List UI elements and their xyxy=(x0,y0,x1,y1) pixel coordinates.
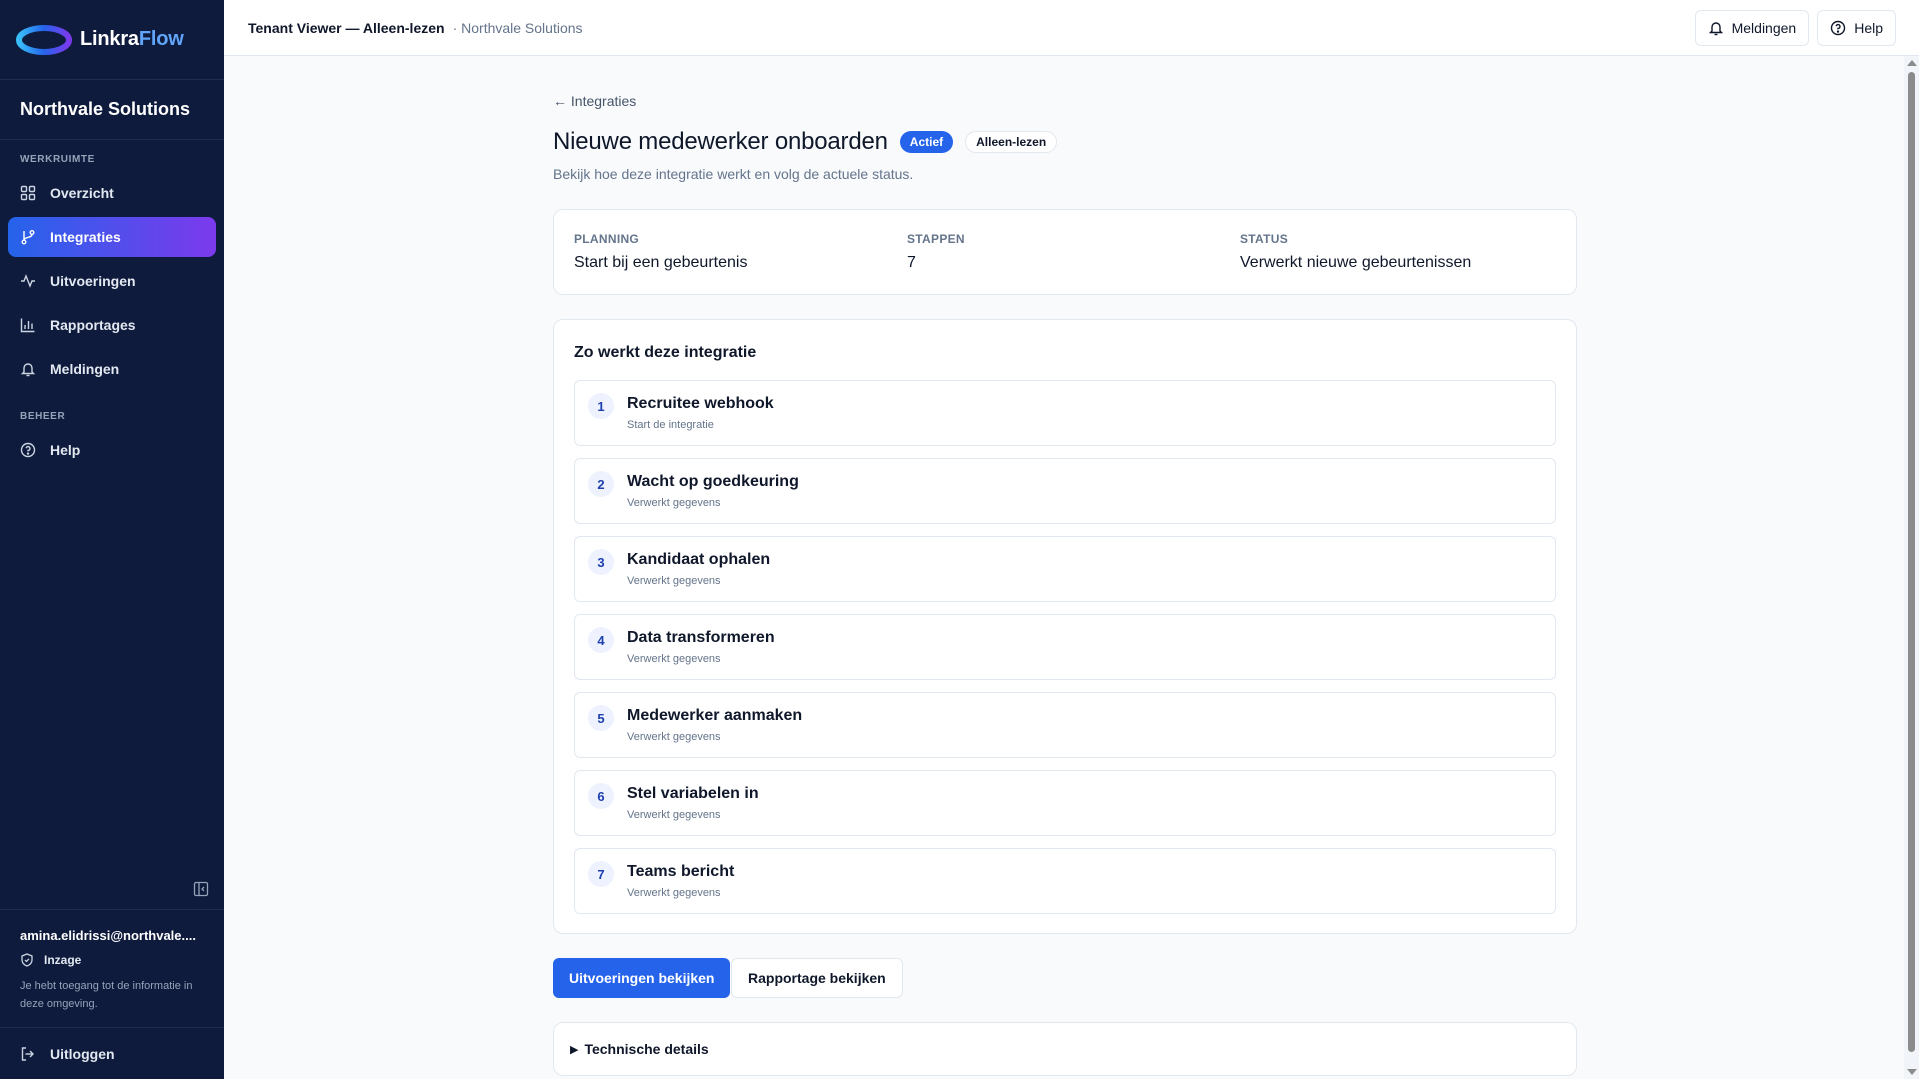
scroll-down-icon[interactable] xyxy=(1907,1069,1917,1075)
step-number: 2 xyxy=(588,471,614,497)
help-circle-icon xyxy=(20,442,36,458)
activity-icon xyxy=(21,274,35,288)
step-description: Verwerkt gegevens xyxy=(627,497,721,509)
sidebar-item-rapportages[interactable]: Rapportages xyxy=(8,305,216,345)
notifications-button[interactable]: Meldingen xyxy=(1694,10,1810,46)
brand-name: LinkraFlow xyxy=(80,28,184,50)
help-circle-icon xyxy=(1831,20,1846,36)
technical-details-toggle[interactable]: ▶ Technische details xyxy=(553,1022,1577,1076)
page-scrollbar[interactable] xyxy=(1904,56,1919,1079)
sidebar-item-meldingen[interactable]: Meldingen xyxy=(8,349,216,389)
section-label-workspace: WERKRUIMTE xyxy=(20,154,95,165)
step-item: 3 Kandidaat ophalen Verwerkt gegevens xyxy=(574,536,1556,602)
bar-chart-icon xyxy=(20,318,35,333)
step-item: 1 Recruitee webhook Start de integratie xyxy=(574,380,1556,446)
role-label: Inzage xyxy=(44,953,82,967)
summary-steps: STAPPEN 7 xyxy=(907,232,965,272)
summary-value: Verwerkt nieuwe gebeurtenissen xyxy=(1240,254,1472,271)
logout-label: Uitloggen xyxy=(50,1045,115,1062)
linkraflow-logo-icon xyxy=(16,24,72,55)
sidebar-item-label: Rapportages xyxy=(50,317,136,333)
summary-card: PLANNING Start bij een gebeurtenis STAPP… xyxy=(553,209,1577,295)
user-email: amina.elidrissi@northvale.... xyxy=(20,928,196,943)
summary-value: Start bij een gebeurtenis xyxy=(574,254,748,271)
user-block: amina.elidrissi@northvale.... Inzage Je … xyxy=(0,909,224,1027)
section-label-admin: BEHEER xyxy=(20,411,66,422)
sidebar-collapse-icon[interactable] xyxy=(193,881,209,897)
user-role: Inzage xyxy=(20,953,204,967)
summary-planning: PLANNING Start bij een gebeurtenis xyxy=(574,232,747,272)
help-label: Help xyxy=(1854,20,1883,36)
step-name: Kandidaat ophalen xyxy=(627,551,771,568)
sidebar-item-label: Integraties xyxy=(50,229,121,245)
sidebar-item-label: Overzicht xyxy=(50,185,114,201)
sidebar-item-integraties[interactable]: Integraties xyxy=(8,217,216,257)
scrollbar-thumb[interactable] xyxy=(1908,72,1915,1052)
sidebar-item-label: Uitvoeringen xyxy=(50,273,136,289)
git-branch-icon xyxy=(21,230,35,245)
page-title: Nieuwe medewerker onboarden xyxy=(553,128,888,155)
technical-details-label: Technische details xyxy=(584,1041,709,1057)
logo[interactable]: LinkraFlow xyxy=(0,0,224,80)
topbar-tenant: · Northvale Solutions xyxy=(452,19,583,36)
bell-icon xyxy=(20,363,36,377)
topbar: Tenant Viewer — Alleen-lezen · Northvale… xyxy=(224,0,1919,56)
step-item: 6 Stel variabelen in Verwerkt gegevens xyxy=(574,770,1556,836)
view-report-button[interactable]: Rapportage bekijken xyxy=(731,958,903,998)
logout-button[interactable]: Uitloggen xyxy=(0,1027,224,1079)
steps-title: Zo werkt deze integratie xyxy=(574,344,757,361)
summary-value: 7 xyxy=(907,254,916,271)
access-note: Je hebt toegang tot de informatie in dez… xyxy=(20,980,193,1010)
back-link[interactable]: ← Integraties xyxy=(553,93,636,109)
sidebar: LinkraFlow Northvale Solutions WERKRUIMT… xyxy=(0,0,224,1079)
summary-label: STATUS xyxy=(1240,232,1289,246)
sidebar-item-overzicht[interactable]: Overzicht xyxy=(8,173,216,213)
step-description: Verwerkt gegevens xyxy=(627,887,721,899)
step-number: 1 xyxy=(588,393,614,419)
steps-card: Zo werkt deze integratie 1 Recruitee web… xyxy=(553,319,1577,934)
sidebar-item-uitvoeringen[interactable]: Uitvoeringen xyxy=(8,261,216,301)
step-name: Teams bericht xyxy=(627,863,735,880)
step-number: 4 xyxy=(588,627,614,653)
log-out-icon xyxy=(21,1046,34,1061)
summary-label: STAPPEN xyxy=(907,232,965,246)
step-description: Verwerkt gegevens xyxy=(627,809,721,821)
step-description: Start de integratie xyxy=(627,419,714,431)
step-name: Wacht op goedkeuring xyxy=(627,473,799,490)
step-name: Stel variabelen in xyxy=(627,785,759,802)
tenant-name: Northvale Solutions xyxy=(0,80,224,140)
scroll-up-icon[interactable] xyxy=(1907,60,1917,66)
step-name: Data transformeren xyxy=(627,629,775,646)
summary-status: STATUS Verwerkt nieuwe gebeurtenissen xyxy=(1240,232,1471,272)
topbar-title: Tenant Viewer — Alleen-lezen xyxy=(248,19,445,36)
step-number: 3 xyxy=(588,549,614,575)
step-name: Recruitee webhook xyxy=(627,395,774,412)
help-button[interactable]: Help xyxy=(1817,10,1896,46)
disclosure-triangle-icon: ▶ xyxy=(570,1043,579,1056)
step-item: 5 Medewerker aanmaken Verwerkt gegevens xyxy=(574,692,1556,758)
grid-icon xyxy=(20,185,36,201)
page-subtitle: Bekijk hoe deze integratie werkt en volg… xyxy=(553,166,914,182)
sidebar-item-label: Help xyxy=(50,442,81,458)
shield-check-icon xyxy=(21,953,33,967)
summary-label: PLANNING xyxy=(574,232,640,246)
notifications-label: Meldingen xyxy=(1731,20,1797,36)
step-item: 4 Data transformeren Verwerkt gegevens xyxy=(574,614,1556,680)
bell-icon xyxy=(1708,22,1723,36)
sidebar-item-help[interactable]: Help xyxy=(8,430,216,470)
step-description: Verwerkt gegevens xyxy=(627,653,721,665)
step-name: Medewerker aanmaken xyxy=(627,707,803,724)
step-description: Verwerkt gegevens xyxy=(627,731,721,743)
step-number: 7 xyxy=(588,861,614,887)
step-item: 7 Teams bericht Verwerkt gegevens xyxy=(574,848,1556,914)
step-number: 5 xyxy=(588,705,614,731)
step-number: 6 xyxy=(588,783,614,809)
mode-badge: Alleen-lezen xyxy=(965,131,1058,153)
sidebar-item-label: Meldingen xyxy=(50,361,120,377)
status-badge: Actief xyxy=(899,131,954,153)
view-runs-button[interactable]: Uitvoeringen bekijken xyxy=(553,958,731,998)
title-row: Nieuwe medewerker onboarden Actief Allee… xyxy=(553,128,1058,156)
step-description: Verwerkt gegevens xyxy=(627,575,721,587)
step-item: 2 Wacht op goedkeuring Verwerkt gegevens xyxy=(574,458,1556,524)
